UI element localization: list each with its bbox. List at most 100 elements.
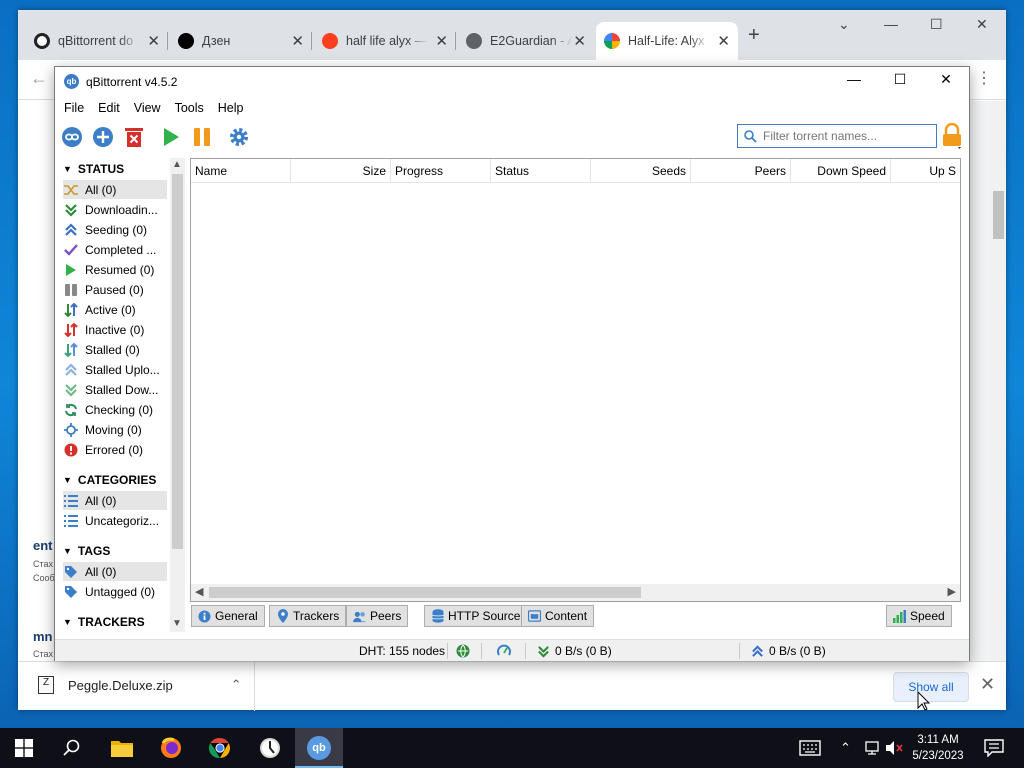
notifications-icon[interactable] (982, 736, 1006, 760)
tag-untagged[interactable]: Untagged (0) (63, 582, 167, 601)
minimize-icon[interactable]: — (884, 16, 898, 32)
search-icon[interactable] (60, 736, 84, 760)
minimize-icon[interactable]: — (831, 71, 877, 87)
chrome-icon[interactable] (208, 736, 232, 760)
firefox-icon[interactable] (159, 736, 183, 760)
delete-torrent-button[interactable] (122, 125, 146, 149)
clock-app-icon[interactable] (258, 736, 282, 760)
maximize-icon[interactable]: ☐ (930, 16, 943, 33)
close-window-icon[interactable]: ✕ (976, 16, 988, 33)
sidebar-scrollbar[interactable]: ▲ ▼ (170, 158, 185, 632)
network-icon[interactable] (860, 736, 884, 760)
chevron-up-icon[interactable]: ⌃ (840, 740, 851, 756)
tab-trackers[interactable]: Trackers (269, 605, 347, 627)
status-checking[interactable]: Checking (0) (63, 400, 167, 419)
chevron-down-icon[interactable]: ⌄ (838, 16, 850, 33)
category-uncategorized[interactable]: Uncategoriz... (63, 511, 167, 530)
add-torrent-file-button[interactable] (91, 125, 115, 149)
column-name[interactable]: Name (191, 159, 291, 183)
volume-muted-icon[interactable] (882, 736, 906, 760)
menu-file[interactable]: File (64, 97, 84, 119)
scroll-up-icon[interactable]: ▲ (172, 159, 182, 170)
system-clock[interactable]: 3:11 AM 5/23/2023 (906, 732, 970, 764)
page-scrollbar[interactable] (990, 101, 1006, 661)
status-active[interactable]: Active (0) (63, 300, 167, 319)
resume-button[interactable] (159, 125, 183, 149)
tab-speed[interactable]: Speed (886, 605, 952, 627)
show-all-button[interactable]: Show all (893, 672, 969, 702)
trackers-section-header[interactable]: ▼ TRACKERS (63, 615, 145, 629)
file-explorer-icon[interactable] (110, 736, 134, 760)
column-status[interactable]: Status (491, 159, 591, 183)
browser-tab-4[interactable]: E2Guardian - A ✕ (458, 22, 594, 60)
menu-help[interactable]: Help (218, 97, 244, 119)
close-tab-icon[interactable]: ✕ (147, 32, 160, 50)
status-resumed[interactable]: Resumed (0) (63, 260, 167, 279)
back-arrow-icon[interactable]: ← (30, 68, 48, 89)
upload-speed-status[interactable]: 0 B/s (0 B) (751, 644, 826, 658)
status-stalled-downloading[interactable]: Stalled Dow... (63, 380, 167, 399)
torrent-list[interactable]: Name Size Progress Status Seeds Peers Do… (190, 158, 961, 602)
menu-view[interactable]: View (134, 97, 161, 119)
maximize-icon[interactable]: ☐ (877, 71, 923, 88)
tag-all[interactable]: All (0) (63, 562, 167, 581)
chevron-up-icon[interactable]: ⌃ (231, 677, 242, 693)
column-size[interactable]: Size (291, 159, 391, 183)
filter-input[interactable] (763, 129, 933, 143)
scroll-left-icon[interactable]: ◀ (195, 585, 203, 598)
status-inactive[interactable]: Inactive (0) (63, 320, 167, 339)
browser-tab-1[interactable]: qBittorrent do ✕ (26, 22, 168, 60)
close-download-bar-icon[interactable]: ✕ (980, 674, 995, 695)
download-item[interactable]: Z Peggle.Deluxe.zip ⌃ (38, 676, 242, 694)
menu-tools[interactable]: Tools (175, 97, 204, 119)
hscrollbar-thumb[interactable] (209, 587, 641, 598)
close-tab-icon[interactable]: ✕ (291, 32, 304, 50)
column-progress[interactable]: Progress (391, 159, 491, 183)
tags-section-header[interactable]: ▼ TAGS (63, 544, 110, 558)
browser-tab-3[interactable]: half life alyx — ✕ (314, 22, 456, 60)
status-completed[interactable]: Completed ... (63, 240, 167, 259)
add-torrent-link-button[interactable] (60, 125, 84, 149)
scroll-down-icon[interactable]: ▼ (172, 618, 182, 629)
categories-section-header[interactable]: ▼ CATEGORIES (63, 473, 156, 487)
close-window-icon[interactable]: ✕ (923, 71, 969, 88)
status-stalled-uploading[interactable]: Stalled Uplo... (63, 360, 167, 379)
taskbar-qbittorrent-button[interactable]: qb (295, 728, 343, 768)
sidebar-scrollbar-thumb[interactable] (172, 174, 183, 549)
lock-button[interactable] (941, 122, 963, 149)
status-moving[interactable]: Moving (0) (63, 420, 167, 439)
close-tab-icon[interactable]: ✕ (435, 32, 448, 50)
page-scrollbar-thumb[interactable] (993, 191, 1004, 239)
close-tab-icon[interactable]: ✕ (573, 32, 586, 50)
column-peers[interactable]: Peers (691, 159, 791, 183)
scroll-right-icon[interactable]: ▶ (948, 585, 956, 598)
alt-speed-limits-icon[interactable] (497, 644, 511, 658)
tab-http-sources[interactable]: HTTP Sources (424, 605, 534, 627)
column-down-speed[interactable]: Down Speed (791, 159, 891, 183)
windows-start-icon[interactable] (12, 736, 36, 760)
torrent-list-hscrollbar[interactable]: ◀ ▶ (191, 584, 960, 601)
menu-edit[interactable]: Edit (98, 97, 120, 119)
browser-tab-2[interactable]: Дзен ✕ (170, 22, 312, 60)
column-up-speed[interactable]: Up S (891, 159, 960, 183)
status-errored[interactable]: Errored (0) (63, 440, 167, 459)
download-speed-status[interactable]: 0 B/s (0 B) (537, 644, 612, 658)
pause-button[interactable] (190, 125, 214, 149)
keyboard-icon[interactable] (798, 736, 822, 760)
status-seeding[interactable]: Seeding (0) (63, 220, 167, 239)
browser-tab-5-active[interactable]: Half-Life: Alyx ✕ (596, 22, 738, 60)
kebab-menu-icon[interactable]: ⋮ (976, 68, 992, 88)
tab-general[interactable]: General (191, 605, 265, 627)
category-all[interactable]: All (0) (63, 491, 167, 510)
status-section-header[interactable]: ▼ STATUS (63, 162, 124, 176)
close-tab-icon[interactable]: ✕ (717, 32, 730, 50)
status-stalled[interactable]: Stalled (0) (63, 340, 167, 359)
connection-status-icon[interactable] (456, 644, 470, 658)
tab-content[interactable]: Content (521, 605, 595, 627)
status-all[interactable]: All (0) (63, 180, 167, 199)
options-button[interactable] (227, 125, 251, 149)
tab-peers[interactable]: Peers (346, 605, 409, 627)
column-seeds[interactable]: Seeds (591, 159, 691, 183)
status-downloading[interactable]: Downloadin... (63, 200, 167, 219)
new-tab-icon[interactable]: + (748, 24, 760, 47)
